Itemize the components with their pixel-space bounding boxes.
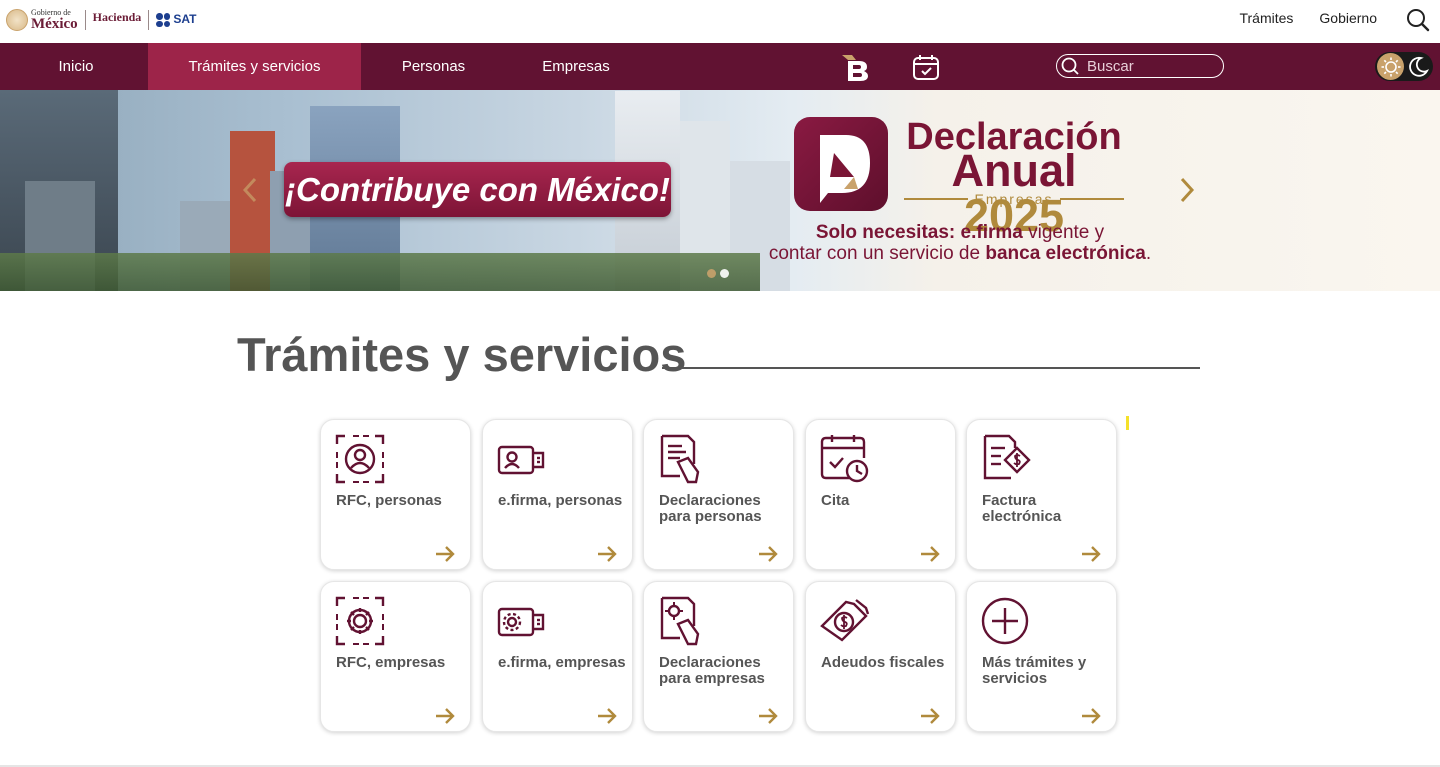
page-title: Trámites y servicios — [237, 328, 687, 381]
gobierno-mexico-logo[interactable]: Gobierno de México — [6, 8, 78, 32]
card-rfc-empresas[interactable]: RFC, empresas — [320, 581, 471, 732]
card-label: Adeudos fiscales — [821, 654, 945, 671]
sat-dots-icon — [156, 13, 171, 27]
sat-text: SAT — [173, 11, 197, 26]
top-links: Trámites Gobierno — [1239, 10, 1377, 26]
requirement-line-1: Solo necesitas: e.firma vigente y — [760, 223, 1160, 243]
arrow-right-icon[interactable] — [596, 543, 618, 565]
card-label: Cita — [821, 492, 850, 509]
efirma-person-icon — [497, 445, 545, 475]
gob-big-text: México — [31, 15, 78, 32]
card-label: Declaraciones para personas — [659, 492, 762, 525]
requirement-post: . — [1145, 243, 1152, 264]
anual-word: Anual — [951, 145, 1077, 196]
search-input[interactable] — [1087, 57, 1207, 75]
card-label: e.firma, empresas — [498, 654, 626, 671]
hero-carousel[interactable]: ¡Contribuye con México! Declaración Anua… — [0, 90, 1440, 291]
decorative-mark — [1126, 416, 1129, 430]
card-label: e.firma, personas — [498, 492, 623, 509]
card-efirma-personas[interactable]: e.firma, personas — [482, 419, 633, 570]
main-nav: Inicio Trámites y servicios Personas Emp… — [0, 43, 1440, 90]
card-label: Factura electrónica — [982, 492, 1062, 525]
carousel-dot[interactable] — [720, 269, 729, 278]
tax-debt-icon — [820, 599, 870, 642]
card-label: Más trámites y servicios — [982, 654, 1087, 687]
requirement-rest: vigente y — [1028, 222, 1105, 243]
arrow-right-icon[interactable] — [434, 543, 456, 565]
calendar-clock-icon — [820, 435, 869, 483]
arrow-right-icon[interactable] — [757, 705, 779, 727]
arrow-right-icon[interactable] — [757, 543, 779, 565]
arrow-right-icon[interactable] — [1080, 543, 1102, 565]
rfc-person-icon — [335, 434, 385, 484]
national-seal-icon — [6, 9, 28, 31]
search-icon — [1061, 57, 1079, 75]
moon-icon[interactable] — [1408, 56, 1429, 77]
requirement-line-2: contar con un servicio de banca electrón… — [760, 244, 1160, 264]
chevron-right-icon[interactable] — [1177, 176, 1197, 204]
title-rule — [662, 367, 1200, 369]
empresas-text: Empresas — [974, 191, 1054, 207]
banca-bold: banca electrónica — [985, 243, 1146, 264]
calendar-check-icon[interactable] — [911, 52, 941, 82]
arrow-right-icon[interactable] — [919, 543, 941, 565]
arrow-right-icon[interactable] — [919, 705, 941, 727]
empresas-subtitle: Empresas — [904, 191, 1124, 207]
trees-shape — [0, 253, 760, 291]
card-label: RFC, empresas — [336, 654, 446, 671]
rfc-company-icon — [335, 596, 385, 646]
declaration-company-icon — [660, 596, 700, 646]
declaracion-app-icon — [794, 117, 888, 211]
logos: Gobierno de México Hacienda SAT — [6, 7, 196, 33]
card-mas-tramites[interactable]: Más trámites y servicios — [966, 581, 1117, 732]
arrow-right-icon[interactable] — [1080, 705, 1102, 727]
arrow-right-icon[interactable] — [596, 705, 618, 727]
nav-item-personas[interactable]: Personas — [361, 43, 506, 90]
contrib-prefix: ¡Contribuye con — [285, 170, 539, 208]
b-logo-icon[interactable] — [840, 52, 870, 82]
hacienda-text: Hacienda — [92, 10, 142, 24]
contrib-highlight: México! — [547, 170, 670, 208]
requirement-pre: contar con un servicio de — [768, 243, 981, 264]
sat-logo[interactable]: SAT — [156, 13, 196, 28]
efirma-company-icon — [497, 607, 545, 637]
nav-item-empresas[interactable]: Empresas — [506, 43, 646, 90]
card-label: RFC, personas — [336, 492, 442, 509]
card-declaraciones-empresas[interactable]: Declaraciones para empresas — [643, 581, 794, 732]
plus-circle-icon — [981, 597, 1029, 645]
card-rfc-personas[interactable]: RFC, personas — [320, 419, 471, 570]
contribuye-banner[interactable]: ¡Contribuye con México! — [284, 162, 671, 217]
declaration-person-icon — [660, 434, 700, 484]
invoice-icon — [983, 434, 1031, 480]
hacienda-logo[interactable]: Hacienda — [93, 11, 142, 29]
card-label: Declaraciones para empresas — [659, 654, 765, 687]
card-efirma-empresas[interactable]: e.firma, empresas — [482, 581, 633, 732]
nav-item-tramites[interactable]: Trámites y servicios — [148, 43, 361, 90]
arrow-right-icon[interactable] — [434, 705, 456, 727]
carousel-dot[interactable] — [707, 269, 716, 278]
logo-divider — [84, 10, 86, 30]
efirma-bold: e.firma — [960, 222, 1023, 243]
top-header: Gobierno de México Hacienda SAT Trámites… — [0, 0, 1440, 43]
card-declaraciones-personas[interactable]: Declaraciones para personas — [643, 419, 794, 570]
carousel-dots — [707, 269, 729, 278]
sun-icon[interactable] — [1377, 53, 1404, 80]
card-factura-electronica[interactable]: Factura electrónica — [966, 419, 1117, 570]
search-field[interactable] — [1056, 54, 1224, 78]
top-link-gobierno[interactable]: Gobierno — [1319, 10, 1377, 26]
theme-toggle[interactable] — [1375, 52, 1433, 81]
card-adeudos-fiscales[interactable]: Adeudos fiscales — [805, 581, 956, 732]
nav-item-inicio[interactable]: Inicio — [0, 43, 152, 90]
search-icon[interactable] — [1406, 8, 1430, 32]
top-link-tramites[interactable]: Trámites — [1239, 10, 1293, 26]
logo-divider — [148, 10, 150, 30]
requirement-bold: Solo necesitas: — [815, 222, 956, 243]
chevron-left-icon[interactable] — [240, 176, 260, 204]
card-cita[interactable]: Cita — [805, 419, 956, 570]
